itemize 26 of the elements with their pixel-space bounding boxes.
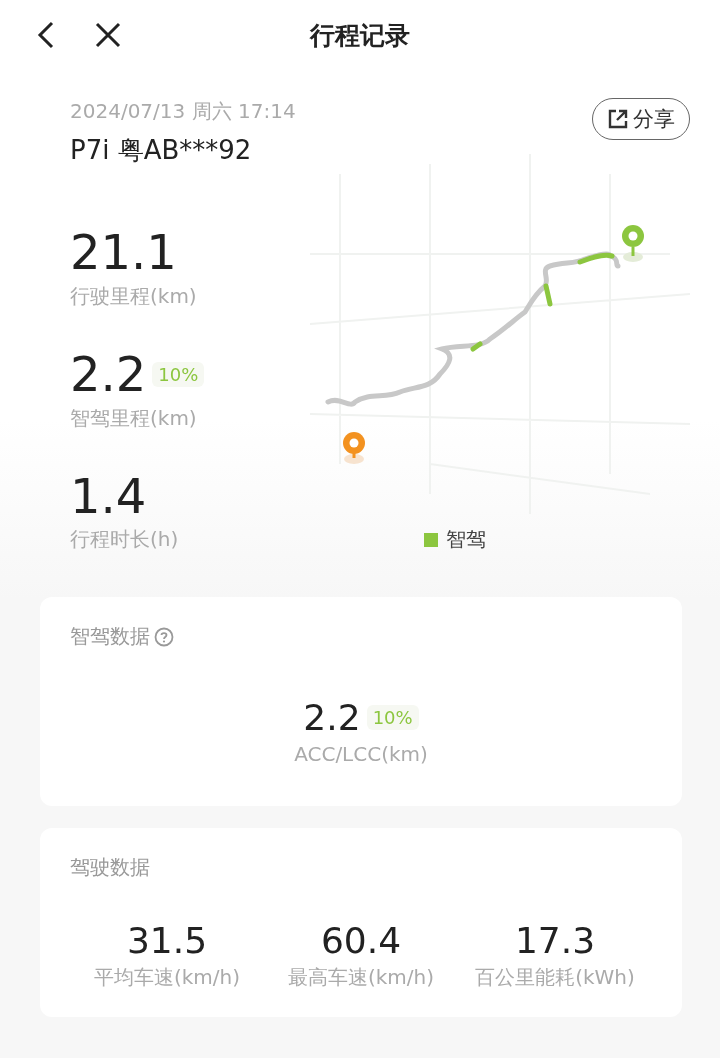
card-title: 驾驶数据 (70, 854, 150, 879)
stat-label: 智驾里程(km) (70, 404, 198, 432)
stat-label: 最高车速(km/h) (287, 964, 435, 992)
close-icon (94, 21, 122, 49)
legend-label: 智驾 (446, 526, 486, 553)
percent-badge: 10% (366, 705, 419, 731)
trip-datetime: 2024/07/13 周六 17:14 (70, 98, 297, 125)
stat-value: 60.4 (320, 920, 402, 961)
stat-value: 17.3 (514, 920, 596, 961)
stat-label: 行驶里程(km) (70, 282, 198, 310)
vehicle-plate: P7i 粤AB***92 (70, 134, 253, 167)
stat-value: 2.2 (303, 698, 361, 738)
stat-value: 1.4 (70, 469, 147, 523)
page-title: 行程记录 (310, 19, 410, 52)
share-button[interactable]: 分享 (592, 98, 690, 140)
stat-label: 平均车速(km/h) (93, 964, 241, 992)
percent-badge: 10% (152, 361, 205, 387)
stat-label: ACC/LCC(km) (294, 741, 428, 766)
stat-value: 21.1 (70, 226, 177, 279)
help-icon[interactable] (154, 626, 174, 647)
stat-value: 2.2 (70, 347, 147, 401)
stat-label: 百公里能耗(kWh) (475, 964, 635, 992)
card-title: 智驾数据 (70, 623, 150, 650)
share-icon (607, 108, 629, 130)
stat-value: 31.5 (126, 920, 208, 961)
stat-label: 行程时长(h) (70, 526, 180, 554)
